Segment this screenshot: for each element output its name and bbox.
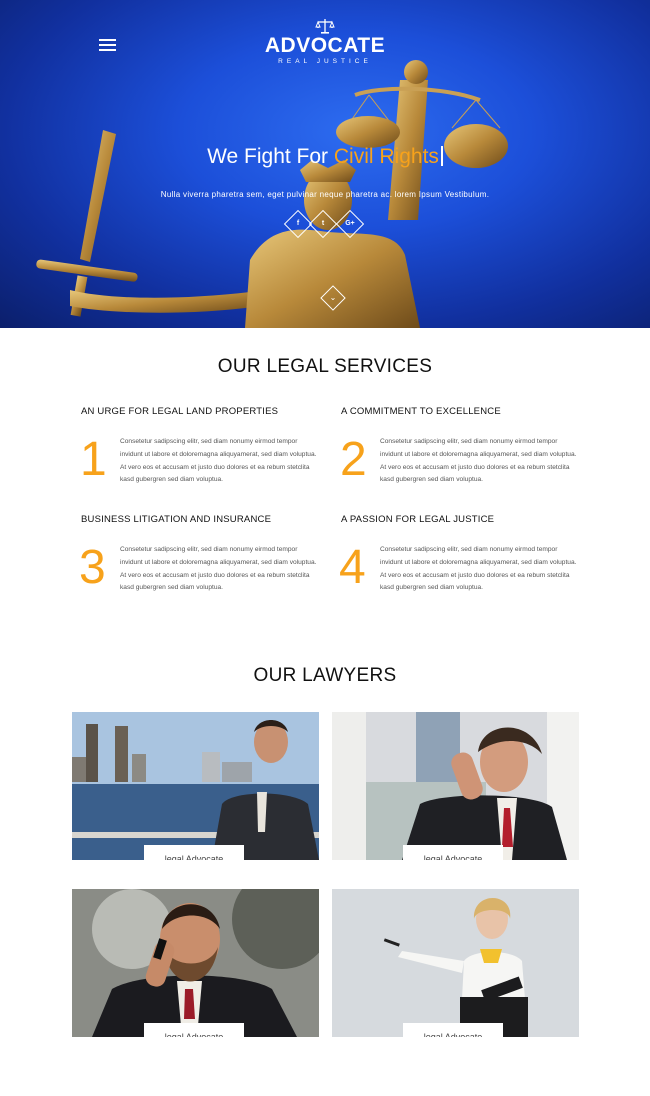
lawyer-card[interactable]: legal Advocate [332,889,579,1037]
twitter-icon: t [321,220,325,227]
facebook-icon: f [296,220,300,227]
lawyer-card[interactable]: legal Advocate [72,889,319,1037]
service-heading: AN URGE FOR LEGAL LAND PROPERTIES [81,406,279,417]
lawyer-photo [332,712,579,860]
service-number: 2 [340,433,367,486]
service-text: Consetetur sadipscing elitr, sed diam no… [120,546,317,592]
hero-title-accent: Civil Rights [333,145,439,168]
lawyer-label[interactable]: legal Advocate [403,845,503,860]
typing-caret [440,146,443,166]
site-logo[interactable]: ADVOCATE REAL JUSTICE [0,18,650,65]
logo-tagline: REAL JUSTICE [278,58,372,65]
google-plus-icon: G+ [345,220,355,227]
lawyer-card[interactable]: legal Advocate [72,712,319,860]
services-title: OUR LEGAL SERVICES [217,356,433,377]
lawyer-label[interactable]: legal Advocate [403,1023,503,1037]
service-number: 4 [339,541,366,594]
lawyer-photo [72,889,319,1037]
service-text: Consetetur sadipscing elitr, sed diam no… [380,438,577,484]
lawyers-title: OUR LAWYERS [253,665,397,686]
service-heading: A PASSION FOR LEGAL JUSTICE [341,514,495,525]
service-text: Consetetur sadipscing elitr, sed diam no… [380,546,577,592]
hero-subtitle: Nulla viverra pharetra sem, eget pulvina… [160,190,490,199]
lawyer-label[interactable]: legal Advocate [144,845,244,860]
service-number: 1 [80,433,107,486]
chevron-down-icon: ⌄ [329,293,337,302]
lawyer-photo [332,889,579,1037]
lawyer-label[interactable]: legal Advocate [144,1023,244,1037]
logo-title: ADVOCATE [264,34,386,57]
hero-banner: ADVOCATE REAL JUSTICE We Fight For Civil… [0,0,650,328]
service-heading: A COMMITMENT TO EXCELLENCE [341,406,501,417]
service-text: Consetetur sadipscing elitr, sed diam no… [120,438,317,484]
hero-title: We Fight For Civil Rights [0,145,650,169]
lawyer-card[interactable]: legal Advocate [332,712,579,860]
service-heading: BUSINESS LITIGATION AND INSURANCE [81,514,272,525]
service-number: 3 [79,541,106,594]
scales-icon [315,19,335,34]
hero-title-text: We Fight For [207,145,334,168]
lawyer-photo [72,712,319,860]
